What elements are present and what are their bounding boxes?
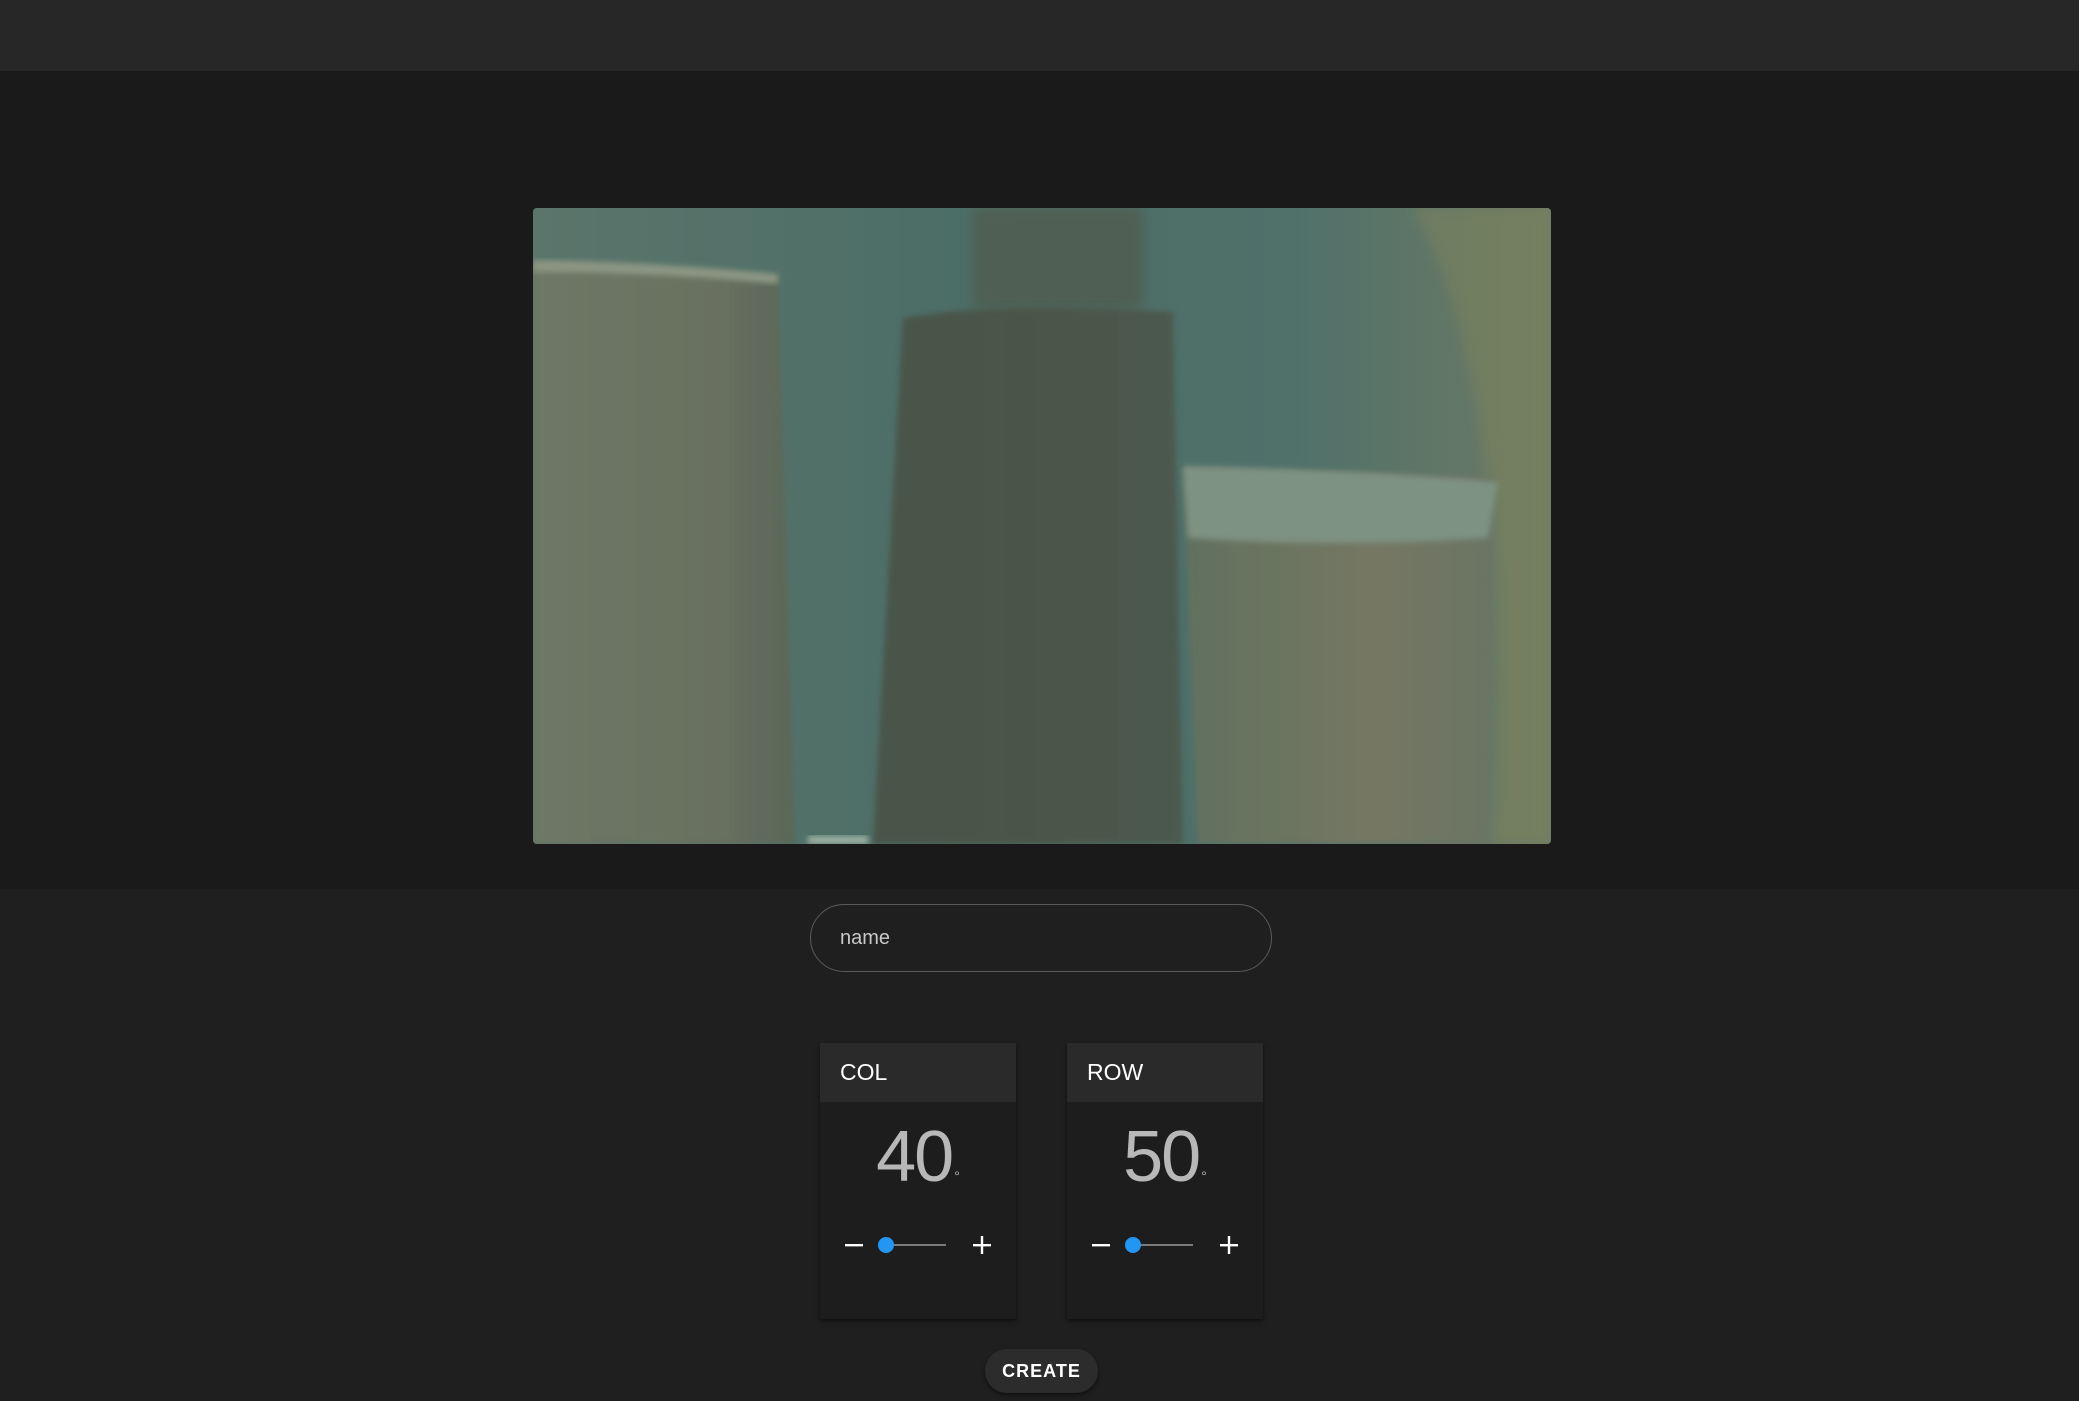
camera-frame-image [533, 208, 1551, 844]
row-value-display: 50 ° [1067, 1121, 1263, 1193]
row-value: 50 [1123, 1117, 1201, 1197]
top-app-bar [0, 0, 2079, 71]
row-control-card: ROW 50 ° [1067, 1043, 1263, 1319]
row-label: ROW [1067, 1043, 1263, 1102]
plus-icon [973, 1236, 991, 1254]
row-slider-thumb[interactable] [1124, 1237, 1141, 1253]
col-decrement-button[interactable] [836, 1227, 872, 1263]
create-button[interactable]: CREATE [985, 1349, 1098, 1393]
col-slider[interactable] [877, 1237, 946, 1253]
plus-icon [1220, 1236, 1238, 1254]
camera-preview [533, 208, 1551, 844]
col-value: 40 [876, 1117, 954, 1197]
col-slider-thumb[interactable] [877, 1237, 894, 1253]
col-value-display: 40 ° [820, 1121, 1016, 1193]
row-increment-button[interactable] [1211, 1227, 1247, 1263]
name-input[interactable] [810, 904, 1272, 972]
minus-icon [845, 1244, 863, 1247]
col-increment-button[interactable] [964, 1227, 1000, 1263]
col-label: COL [820, 1043, 1016, 1102]
minus-icon [1092, 1244, 1110, 1247]
row-unit: ° [1201, 1168, 1207, 1184]
row-slider[interactable] [1124, 1237, 1193, 1253]
col-controls [820, 1227, 1016, 1263]
col-unit: ° [954, 1168, 960, 1184]
col-control-card: COL 40 ° [820, 1043, 1016, 1319]
row-controls [1067, 1227, 1263, 1263]
row-decrement-button[interactable] [1083, 1227, 1119, 1263]
app-root: COL 40° ROW 50° [0, 0, 2079, 1401]
camera-stage [0, 71, 2079, 889]
